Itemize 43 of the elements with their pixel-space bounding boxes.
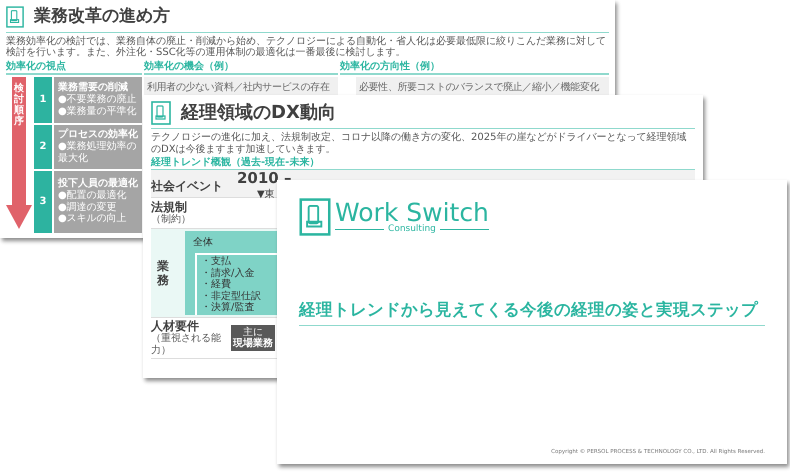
section-header: 効率化の視点 [6,60,142,74]
step-bullet: ●配置の最適化 [58,190,128,202]
slide-title: 業務改革の進め方 [34,5,170,28]
row-label: 法規制 [151,200,188,214]
step-bullet: ●スキルの向上 [58,213,128,225]
tag-text: 主に [243,327,263,338]
phone-icon [151,100,171,124]
step-bullet: ●業務量の平準化 [58,106,138,117]
step-title: 投下人員の最適化 [58,178,138,190]
year-label: 2010 – [237,170,292,186]
slide-title: 経理領域のDX動向 [181,101,336,125]
step-bullet: ●不要業務の廃止 [58,94,138,106]
slide-description: テクノロジーの進化に加え、法規制改定、コロナ以降の働き方の変化、2025年の崖などがドライバーとなって経理領域のDXは今後ますます加速していきます。 [151,132,688,155]
step-bullet: ●業務処理効率の最大化 [58,141,138,164]
phone-icon [299,198,331,236]
event-marker: ▼東 [257,188,276,202]
task-item: ・決算/監査 [201,302,256,314]
row-label: 人材要件 [151,318,200,333]
order-label: 検討順序 [14,82,24,128]
task-item: ・非定型仕訳 [201,290,262,302]
step-title: プロセスの効率化 [58,129,138,140]
slide-title: 経理トレンドから見えてくる今後の経理の姿と実現ステップ [299,298,765,326]
block-label: 全体 [193,236,214,250]
slide-description: 業務効率化の検討では、業務自体の廃止・削減から始め、テクノロジーによる自動化・省人化は必要最低限に絞りこんだ業務に対して検討を行います。また、外注化・SSC化等の運用体制の最適化は一番最後に検討します。 [6,36,607,58]
row-label: 業務 [157,258,169,288]
task-item: ・支払 [201,256,232,268]
row-sublabel: （制約） [151,214,192,226]
task-item: ・経費 [201,279,232,290]
row-sublabel: （重視される能力） [151,333,222,358]
step-number: 1 [34,76,52,122]
tag-text: 現場業務 [232,338,274,350]
logo-name: Work Switch [335,200,489,225]
down-arrow-icon [6,76,32,228]
task-item: ・請求/入金 [201,268,256,279]
step-title: 業務需要の削減 [58,82,129,94]
step-number: 3 [34,170,52,232]
step-bullet: ●調達の変更 [58,202,117,213]
phone-icon [6,6,24,28]
row-label: 社会イベント [151,178,224,193]
logo-subtitle: Consulting [388,225,436,234]
section-header: 効率化の機会（例） [144,60,338,74]
step-number: 2 [34,124,52,168]
section-header: 効率化の方向性（例） [340,60,609,74]
